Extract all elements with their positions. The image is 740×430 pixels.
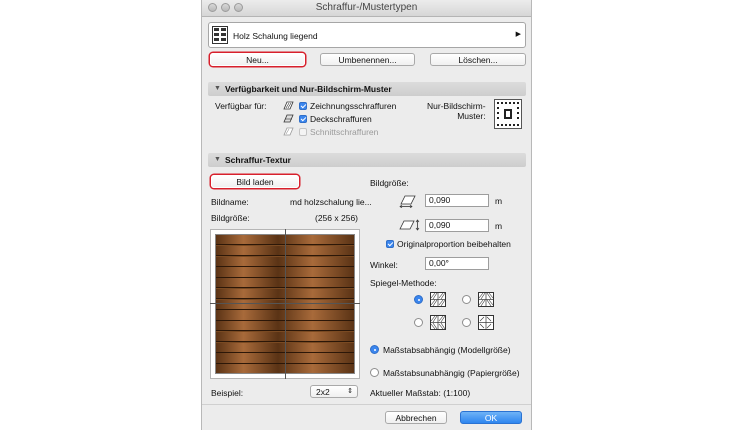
example-select[interactable]: 2x2 ⇕ (310, 385, 358, 398)
image-size-label: Bildgröße: (211, 213, 250, 223)
mirror-option-3-radio[interactable] (414, 318, 423, 327)
cut-fill-label: Schnittschraffuren (310, 127, 379, 137)
mirror-horizontal-icon (478, 292, 494, 307)
mirror-method-label: Spiegel-Methode: (370, 278, 437, 288)
keep-ratio-checkbox[interactable] (386, 240, 394, 248)
scale-model-radio[interactable] (370, 345, 379, 354)
delete-button[interactable]: Löschen... (430, 53, 526, 66)
current-scale-value: (1:100) (443, 388, 471, 398)
drafting-fill-checkbox[interactable] (299, 102, 307, 110)
new-button[interactable]: Neu... (210, 53, 305, 66)
availability-section-title: Verfügbarkeit und Nur-Bildschirm-Muster (225, 84, 392, 94)
available-for-label: Verfügbar für: (215, 101, 267, 111)
height-unit: m (495, 221, 503, 231)
angle-label: Winkel: (370, 260, 398, 270)
mirror-option-4-radio[interactable] (462, 318, 471, 327)
disclosure-triangle-icon: ▼ (214, 156, 221, 163)
pattern-select-value: Holz Schalung liegend (233, 31, 318, 41)
cover-fill-checkbox[interactable] (299, 115, 307, 123)
scale-model-label: Maßstabsabhängig (Modellgröße) (383, 345, 511, 355)
texture-section-header[interactable]: ▼ Schraffur-Textur (208, 153, 526, 167)
example-label: Beispiel: (211, 388, 244, 398)
width-unit: m (495, 196, 503, 206)
drafting-fill-label: Zeichnungsschraffuren (310, 101, 397, 111)
ok-button[interactable]: OK (460, 411, 522, 424)
keep-ratio-label: Originalproportion beibehalten (397, 239, 511, 249)
width-icon (399, 195, 416, 208)
height-input[interactable]: 0,090 (425, 219, 489, 232)
mirror-option-2-radio[interactable] (462, 295, 471, 304)
mirror-vertical-icon (430, 315, 446, 330)
chevron-right-icon: ▶ (515, 31, 521, 38)
width-input[interactable]: 0,090 (425, 194, 489, 207)
texture-section-title: Schraffur-Textur (225, 155, 291, 165)
pattern-select[interactable]: Holz Schalung liegend ▶ (208, 22, 526, 48)
hatch-pattern-dialog: Schraffur-/Mustertypen Holz Schalung lie… (201, 0, 532, 430)
screen-only-label-line1: Nur-Bildschirm- (427, 101, 486, 111)
angle-input[interactable]: 0,00° (425, 257, 489, 270)
cover-fill-icon (283, 114, 294, 123)
disclosure-triangle-icon: ▼ (214, 85, 221, 92)
footer-divider (202, 404, 531, 405)
mirror-option-1-radio[interactable] (414, 295, 423, 304)
load-image-button[interactable]: Bild laden (211, 175, 299, 188)
image-name-value: md holzschalung lie... (290, 197, 372, 207)
current-scale-label-text: Aktueller Maßstab: (370, 388, 441, 398)
example-select-value: 2x2 (316, 387, 330, 397)
cover-fill-label: Deckschraffuren (310, 114, 372, 124)
window-title: Schraffur-/Mustertypen (315, 2, 418, 13)
scale-paper-label: Maßstabsunabhängig (Papiergröße) (383, 368, 520, 378)
drafting-fill-icon (283, 101, 294, 110)
scale-paper-radio[interactable] (370, 368, 379, 377)
availability-section-header[interactable]: ▼ Verfügbarkeit und Nur-Bildschirm-Muste… (208, 82, 526, 96)
title-bar: Schraffur-/Mustertypen (202, 0, 531, 17)
screen-only-label-line2: Muster: (457, 111, 486, 121)
preview-axis-vertical (285, 229, 286, 379)
cancel-button[interactable]: Abbrechen (385, 411, 447, 424)
image-size-settings-label: Bildgröße: (370, 178, 409, 188)
wood-pattern-icon (212, 26, 228, 44)
screen-only-label: Nur-Bildschirm- Muster: (427, 101, 486, 121)
cut-fill-checkbox[interactable] (299, 128, 307, 136)
image-size-value: (256 x 256) (315, 213, 358, 223)
mirror-none-icon (430, 292, 446, 307)
cut-fill-icon (283, 127, 294, 136)
current-scale-label: Aktueller Maßstab: (1:100) (370, 388, 470, 398)
screen-only-pattern-icon[interactable] (494, 99, 522, 129)
stepper-arrows-icon: ⇕ (347, 388, 353, 395)
height-icon (399, 219, 420, 231)
mirror-both-icon (478, 315, 494, 330)
image-name-label: Bildname: (211, 197, 249, 207)
rename-button[interactable]: Umbenennen... (320, 53, 415, 66)
